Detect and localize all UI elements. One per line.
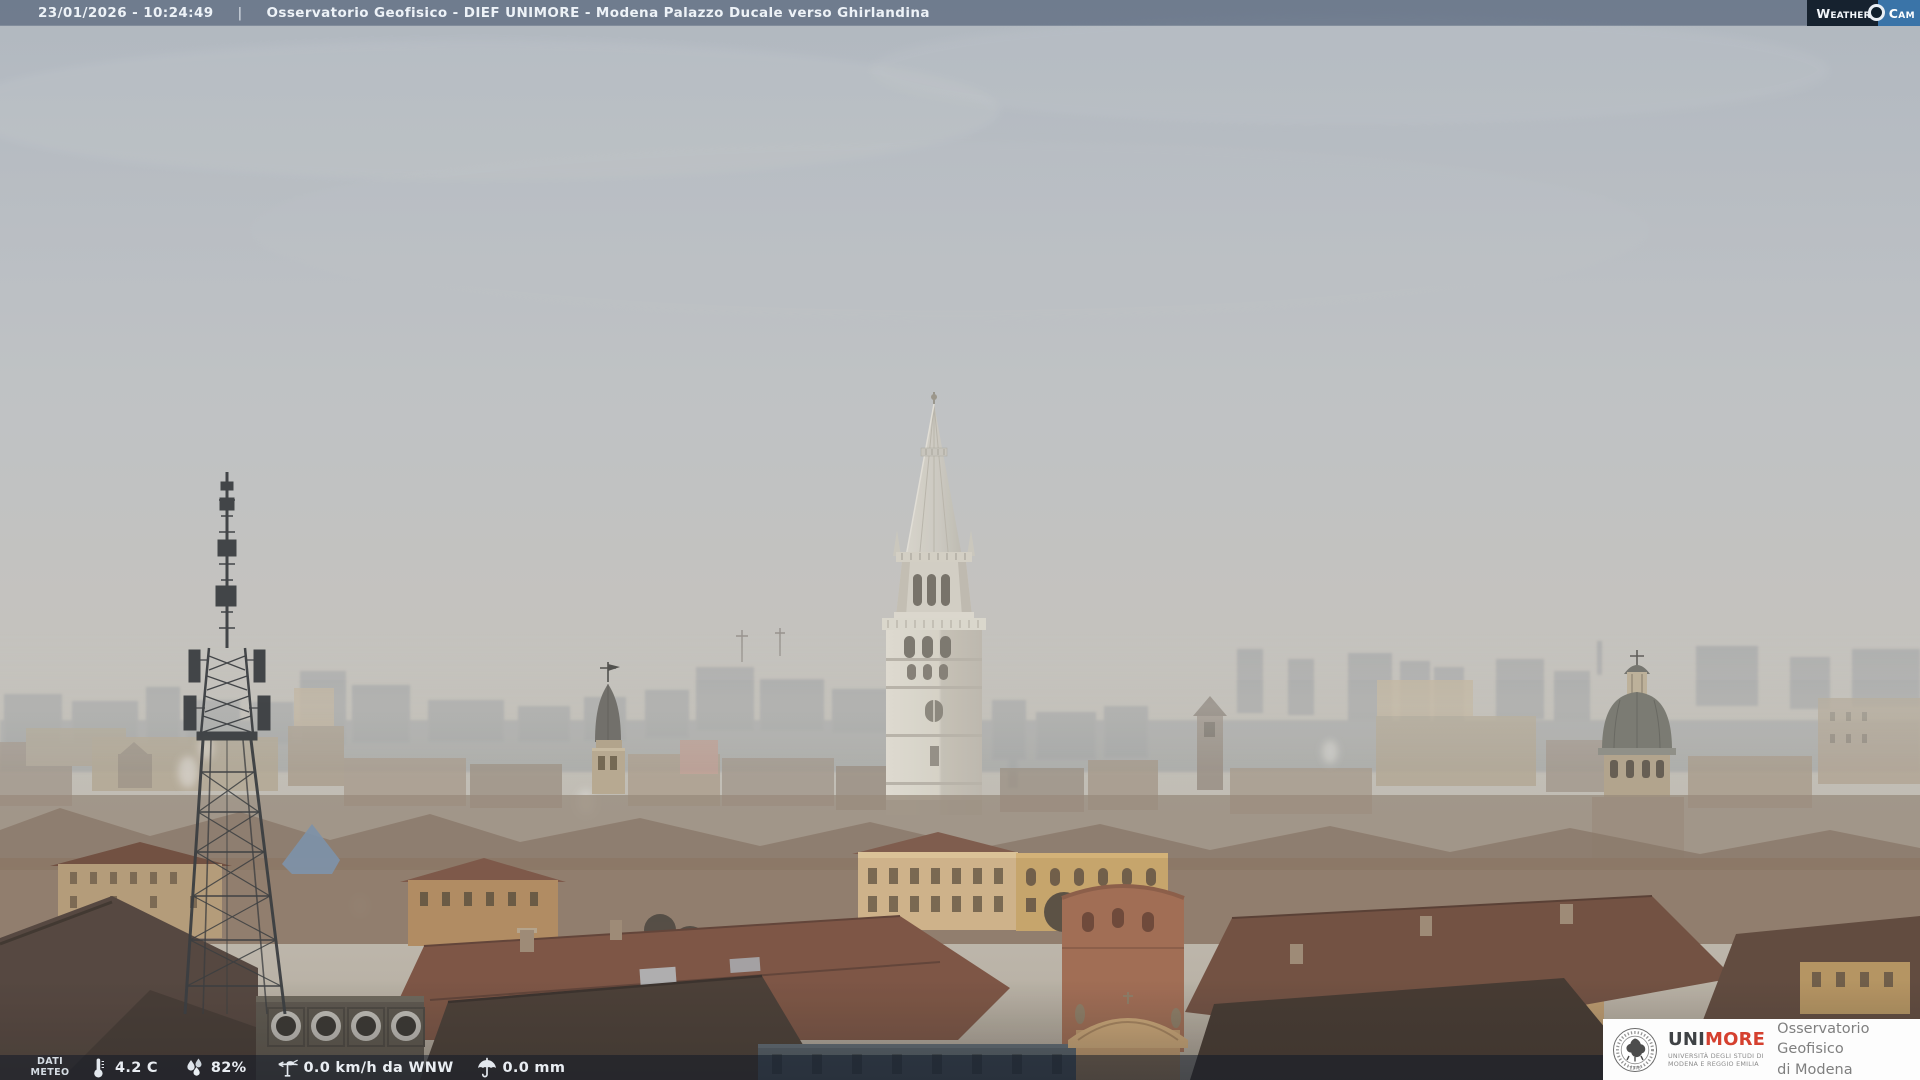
weathercam-logo: Weather Cam: [1807, 0, 1920, 26]
weathercam-cam-label: Cam: [1888, 5, 1915, 21]
university-subtitle: UNIVERSITÀ DEGLI STUDI DI MODENA E REGGI…: [1668, 1052, 1765, 1069]
top-overlay-bar: 23/01/2026 - 10:24:49 | Osservatorio Geo…: [0, 0, 1920, 26]
unimore-more: MORE: [1704, 1028, 1766, 1050]
umbrella-icon: [476, 1057, 498, 1079]
atmosphere-film: [0, 0, 1920, 1080]
wind-vane-icon: [277, 1057, 299, 1079]
unimore-wordmark: UNIMORE: [1668, 1028, 1766, 1050]
meteo-label-line2: METEO: [30, 1066, 70, 1078]
camera-title: Osservatorio Geofisico - DIEF UNIMORE - …: [266, 4, 930, 21]
humidity-drops-icon: [184, 1057, 206, 1079]
weathercam-cam-box: Cam: [1867, 0, 1920, 26]
university-subtitle-line2: MODENA E REGGIO EMILIA: [1668, 1060, 1759, 1068]
humidity-readout: 82%: [184, 1057, 247, 1079]
observatory-name: Osservatorio Geofisico di Modena: [1777, 1019, 1920, 1080]
unimore-seal-icon: 1175: [1613, 1027, 1657, 1072]
observatory-name-line2: di Modena: [1777, 1061, 1853, 1078]
thermometer-icon: [88, 1057, 110, 1079]
unimore-brand-box: 1175 UNIMORE UNIVERSITÀ DEGLI STUDI DI M…: [1603, 1019, 1920, 1080]
meteo-data-label: DATI METEO: [22, 1056, 78, 1078]
temperature-value: 4.2 C: [115, 1059, 158, 1076]
precipitation-value: 0.0 mm: [502, 1059, 566, 1076]
meteo-label-line1: DATI: [36, 1056, 64, 1068]
webcam-frame: 23/01/2026 - 10:24:49 | Osservatorio Geo…: [0, 0, 1920, 1080]
divider: |: [237, 4, 243, 21]
temperature-readout: 4.2 C: [88, 1057, 158, 1079]
unimore-logotype: UNIMORE UNIVERSITÀ DEGLI STUDI DI MODENA…: [1668, 1028, 1766, 1069]
camera-lens-icon: [1867, 4, 1885, 21]
university-subtitle-line1: UNIVERSITÀ DEGLI STUDI DI: [1668, 1051, 1764, 1060]
wind-readout: 0.0 km/h da WNW: [277, 1057, 454, 1079]
cityscape-photo: [0, 0, 1920, 1080]
humidity-value: 82%: [210, 1059, 247, 1076]
unimore-uni: UNI: [1668, 1028, 1705, 1050]
precipitation-readout: 0.0 mm: [476, 1057, 566, 1079]
timestamp: 23/01/2026 - 10:24:49: [38, 4, 214, 21]
seal-year: 1175: [1629, 1065, 1641, 1071]
wind-value: 0.0 km/h da WNW: [303, 1059, 454, 1076]
observatory-name-line1: Osservatorio Geofisico: [1777, 1021, 1870, 1058]
